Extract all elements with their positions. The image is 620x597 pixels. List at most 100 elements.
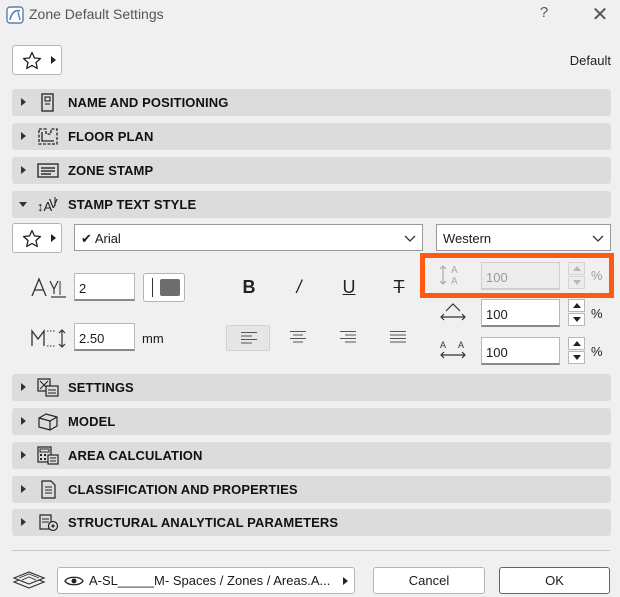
color-bar-icon <box>152 278 153 297</box>
title-bar: Zone Default Settings ? ✕ <box>0 0 620 30</box>
panel-label: NAME AND POSITIONING <box>68 95 229 110</box>
archicad-logo-icon <box>6 6 24 24</box>
layer-menu-arrow-icon <box>343 577 348 585</box>
classification-icon <box>41 480 56 499</box>
svg-text:A: A <box>440 340 446 350</box>
character-spacing-down[interactable] <box>568 313 585 326</box>
settings-icon <box>37 378 59 397</box>
expand-arrow-icon <box>21 485 26 493</box>
layers-icon <box>12 571 46 589</box>
panel-name-and-positioning[interactable]: NAME AND POSITIONING <box>12 89 611 116</box>
text-style-favorites-button[interactable] <box>12 223 62 253</box>
favorites-menu-arrow-icon <box>51 56 56 64</box>
expand-arrow-icon <box>21 451 26 459</box>
font-name: Arial <box>94 231 121 246</box>
text-pen-icon <box>31 277 66 298</box>
arrow-up-icon <box>573 303 581 308</box>
panel-classification-and-properties[interactable]: CLASSIFICATION AND PROPERTIES <box>12 476 611 503</box>
align-left-button[interactable] <box>226 325 270 351</box>
default-label: Default <box>569 53 611 68</box>
character-spacing-up[interactable] <box>568 299 585 312</box>
star-icon <box>22 51 42 70</box>
size-input[interactable]: 2.50 <box>74 323 135 351</box>
layer-name: A-SL_____M- Spaces / Zones / Areas.A... <box>89 573 331 588</box>
character-spacing-input[interactable]: 100 <box>481 299 560 327</box>
model-icon <box>38 413 58 431</box>
cancel-button[interactable]: Cancel <box>373 567 485 594</box>
panel-label: MODEL <box>68 414 116 429</box>
expand-arrow-icon <box>21 417 26 425</box>
font-dropdown[interactable]: ✔ Arial <box>74 224 423 251</box>
character-width-icon: A A <box>440 340 466 359</box>
window-title: Zone Default Settings <box>29 6 164 22</box>
text-style-icon: ↕A V <box>37 196 58 214</box>
align-justify-button[interactable] <box>376 325 420 351</box>
collapse-arrow-icon <box>19 202 27 207</box>
panel-stamp-text-style[interactable]: ↕A V STAMP TEXT STYLE <box>12 191 611 218</box>
panel-label: SETTINGS <box>68 380 134 395</box>
text-size-icon <box>31 329 66 348</box>
structural-icon <box>39 514 59 532</box>
arrow-down-icon <box>573 355 581 360</box>
expand-arrow-icon <box>21 98 26 106</box>
panel-label: STAMP TEXT STYLE <box>68 197 197 212</box>
help-button[interactable]: ? <box>534 4 554 21</box>
eye-icon <box>64 576 84 586</box>
arrow-down-icon <box>573 317 581 322</box>
character-width-input[interactable]: 100 <box>481 337 560 365</box>
pen-input[interactable]: 2 <box>74 273 135 301</box>
panel-structural-analytical-parameters[interactable]: STRUCTURAL ANALYTICAL PARAMETERS <box>12 509 611 536</box>
panel-label: STRUCTURAL ANALYTICAL PARAMETERS <box>68 515 339 530</box>
align-center-button[interactable] <box>276 325 320 351</box>
underline-button[interactable]: U <box>335 273 363 301</box>
character-width-up[interactable] <box>568 337 585 350</box>
character-spacing-icon <box>440 303 466 321</box>
italic-button[interactable]: / <box>285 273 313 301</box>
chevron-down-icon <box>592 235 604 242</box>
svg-text:A: A <box>458 340 464 350</box>
footer-separator <box>12 550 610 551</box>
favorites-menu-arrow-icon <box>51 234 56 242</box>
panel-model[interactable]: MODEL <box>12 408 611 435</box>
panel-floor-plan[interactable]: FLOOR PLAN <box>12 123 611 150</box>
panel-label: ZONE STAMP <box>68 163 154 178</box>
character-spacing-percent: % <box>591 306 603 321</box>
star-icon <box>22 229 42 248</box>
highlight-box <box>420 253 614 298</box>
floor-plan-icon <box>38 128 58 145</box>
panel-label: AREA CALCULATION <box>68 448 203 463</box>
favorites-button[interactable] <box>12 45 62 75</box>
align-center-icon <box>290 331 306 343</box>
bold-button[interactable]: B <box>235 273 263 301</box>
checkmark-icon: ✔ <box>81 231 92 246</box>
arrow-up-icon <box>573 341 581 346</box>
chevron-down-icon <box>404 235 416 242</box>
panel-area-calculation[interactable]: AREA CALCULATION <box>12 442 611 469</box>
layer-selector[interactable]: A-SL_____M- Spaces / Zones / Areas.A... <box>57 567 355 594</box>
pen-color-button[interactable] <box>143 273 185 302</box>
align-right-button[interactable] <box>326 325 370 351</box>
svg-text:V: V <box>49 196 58 211</box>
character-width-down[interactable] <box>568 351 585 364</box>
align-justify-icon <box>390 331 406 343</box>
close-button[interactable]: ✕ <box>588 2 612 27</box>
align-right-icon <box>340 331 356 343</box>
panel-label: CLASSIFICATION AND PROPERTIES <box>68 482 298 497</box>
name-positioning-icon <box>41 93 54 112</box>
script-dropdown[interactable]: Western <box>436 224 611 251</box>
expand-arrow-icon <box>21 518 26 526</box>
zone-stamp-icon <box>37 163 59 178</box>
ok-button[interactable]: OK <box>499 567 610 594</box>
script-value: Western <box>443 231 492 246</box>
calculator-icon <box>37 446 59 465</box>
panel-zone-stamp[interactable]: ZONE STAMP <box>12 157 611 184</box>
character-width-percent: % <box>591 344 603 359</box>
align-left-icon <box>241 332 257 344</box>
expand-arrow-icon <box>21 166 26 174</box>
size-unit: mm <box>142 331 164 346</box>
panel-label: FLOOR PLAN <box>68 129 154 144</box>
expand-arrow-icon <box>21 383 26 391</box>
strikethrough-button[interactable]: T <box>385 273 413 301</box>
expand-arrow-icon <box>21 132 26 140</box>
panel-settings[interactable]: SETTINGS <box>12 374 611 401</box>
